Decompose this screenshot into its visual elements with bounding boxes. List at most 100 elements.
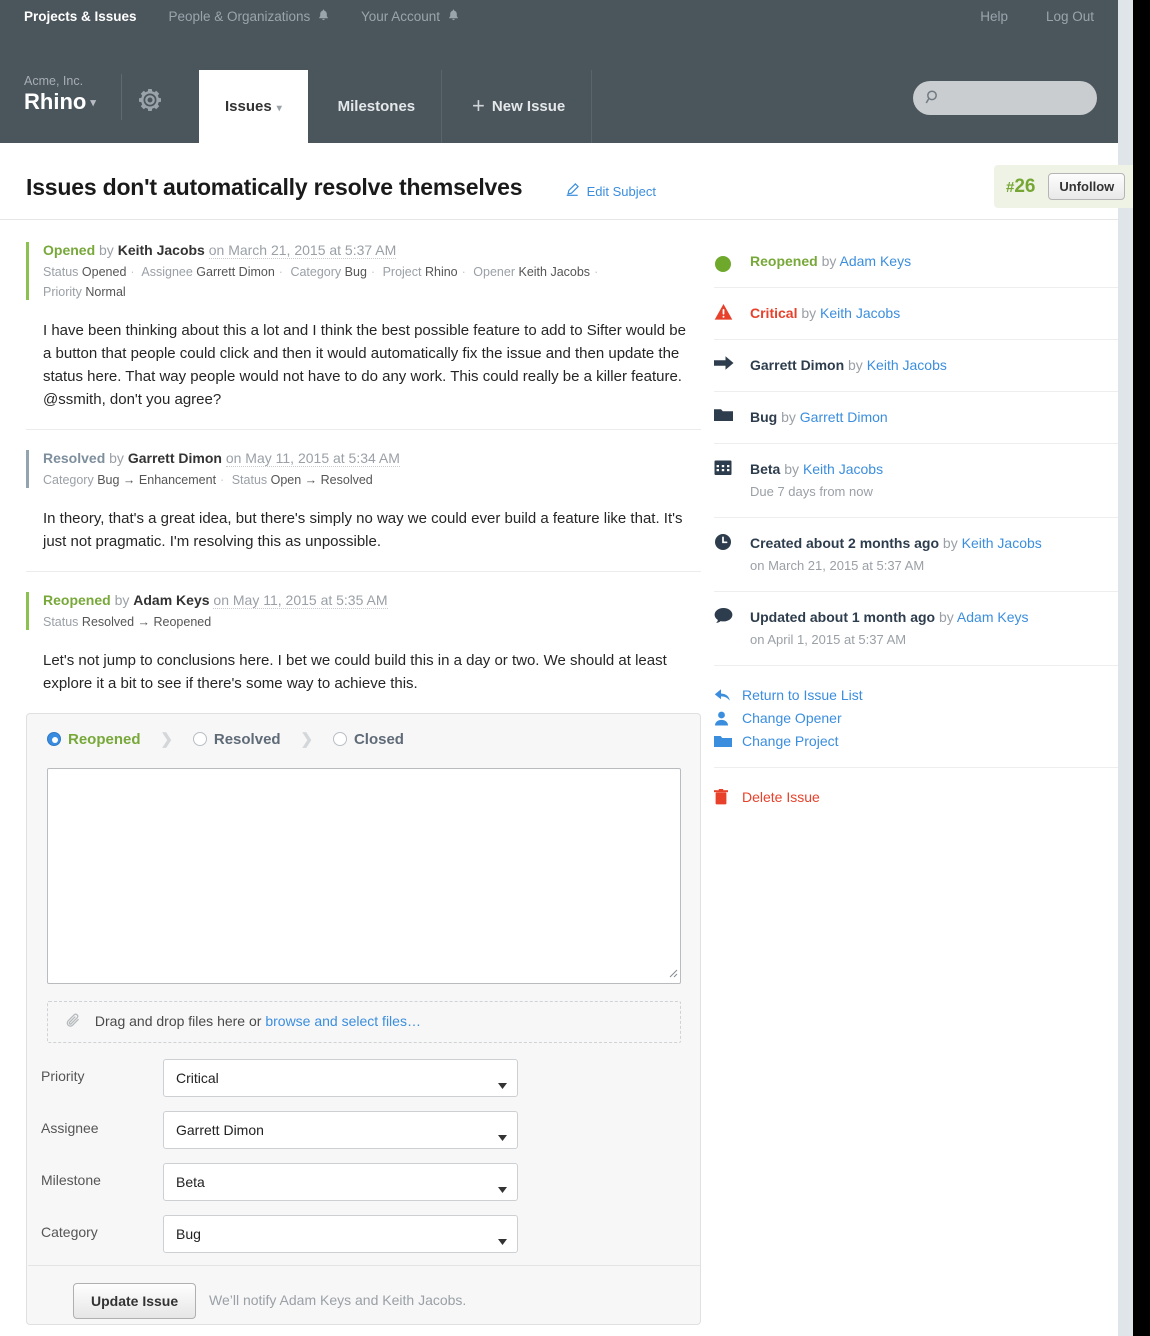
attr-sep: · [220, 473, 225, 487]
comment-attributes: Category Bug → Enhancement · Status Open … [43, 470, 701, 490]
attr-value: Normal [85, 285, 126, 299]
issue-number-value: 26 [1014, 175, 1036, 197]
global-nav-projects-issues[interactable]: Projects & Issues [24, 9, 137, 24]
global-nav-your-account[interactable]: Your Account [361, 9, 459, 24]
activity-actor[interactable]: Adam Keys [957, 609, 1029, 625]
change-project-link[interactable]: Change Project [714, 730, 1118, 753]
activity-actor[interactable]: Keith Jacobs [803, 461, 883, 477]
notify-text: We’ll notify Adam Keys and Keith Jacobs. [209, 1292, 467, 1308]
file-dropzone[interactable]: Drag and drop files here or browse and s… [47, 1001, 681, 1043]
status-option-resolved-label: Resolved [213, 730, 281, 748]
change-opener-link[interactable]: Change Opener [714, 707, 1118, 730]
comment-meta: Resolved by Garrett Dimon on May 11, 201… [26, 448, 701, 490]
edit-subject-link[interactable]: Edit Subject [566, 183, 656, 199]
arrow-right-icon [714, 355, 734, 374]
global-nav-right: Help Log Out [946, 9, 1094, 25]
comment-timestamp: on March 21, 2015 at 5:37 AM [208, 242, 397, 259]
activity-item: Updated about 1 month ago by Adam Keys o… [714, 592, 1118, 665]
attr-key: Status [43, 265, 79, 279]
delete-issue-row: Delete Issue [714, 768, 1118, 809]
attr-value: Garrett Dimon [196, 265, 275, 279]
resize-handle[interactable] [665, 965, 678, 981]
activity-actor[interactable]: Keith Jacobs [962, 535, 1042, 551]
radio-reopened[interactable] [47, 731, 61, 746]
global-nav-people-organizations[interactable]: People & Organizations [168, 9, 329, 24]
tab-issues[interactable]: Issues ▾ [199, 70, 308, 143]
comment-header: Reopened by Adam Keys on May 11, 2015 at… [43, 590, 701, 610]
activity-label: Reopened [750, 253, 818, 269]
attr-key: Status [43, 615, 79, 629]
comment-textarea[interactable] [47, 768, 681, 984]
activity-actor[interactable]: Keith Jacobs [820, 305, 900, 321]
project-name[interactable]: Rhino ▾ [24, 89, 96, 116]
project-switcher[interactable]: Acme, Inc. Rhino ▾ [24, 74, 96, 116]
activity-title: Garrett Dimon by Keith Jacobs [750, 356, 1118, 375]
activity-actor[interactable]: Garrett Dimon [800, 409, 888, 425]
comment-header: Opened by Keith Jacobs on March 21, 2015… [43, 240, 701, 260]
activity-title: Critical by Keith Jacobs [750, 304, 1118, 323]
form-divider [28, 1265, 701, 1266]
attr-key: Category [43, 473, 94, 487]
attr-sep: · [130, 265, 135, 279]
field-row-category: Category Bug [41, 1215, 521, 1253]
by-label: by [109, 450, 124, 466]
activity-item: Critical by Keith Jacobs [714, 288, 1118, 340]
priority-select[interactable]: Critical [163, 1059, 518, 1097]
assignee-select[interactable]: Garrett Dimon [163, 1111, 518, 1149]
chevron-down-icon [498, 1180, 507, 1196]
update-issue-button[interactable]: Update Issue [73, 1283, 197, 1319]
search-icon [925, 89, 942, 109]
activity-actor[interactable]: Adam Keys [840, 253, 912, 269]
return-to-issue-list-link[interactable]: Return to Issue List [714, 684, 1118, 707]
radio-closed[interactable] [332, 731, 347, 746]
activity-title: Reopened by Adam Keys [750, 252, 1118, 271]
attr-sep: · [461, 265, 466, 279]
comment-header: Resolved by Garrett Dimon on May 11, 201… [43, 448, 701, 468]
global-nav-left: Projects & Issues People & Organizations… [24, 9, 487, 25]
unfollow-button[interactable]: Unfollow [1048, 173, 1126, 200]
global-nav-help[interactable]: Help [980, 9, 1008, 24]
browse-files-link[interactable]: browse and select files… [265, 1013, 421, 1029]
milestone-select[interactable]: Beta [163, 1163, 518, 1201]
attr-value: Bug [344, 265, 367, 279]
status-circle-icon [714, 255, 732, 276]
chevron-right-icon: ❯ [160, 731, 173, 749]
trash-icon [714, 789, 728, 812]
assignee-value: Garrett Dimon [176, 1122, 264, 1138]
status-option-closed-label: Closed [353, 730, 404, 748]
by-label: by [114, 592, 130, 608]
tab-milestones[interactable]: Milestones [312, 70, 443, 143]
attr-key: Opener [473, 265, 515, 279]
attr-value: Bug → Enhancement [97, 473, 217, 487]
delete-issue-link[interactable]: Delete Issue [714, 786, 1118, 809]
comment-meta: Reopened by Adam Keys on May 11, 2015 at… [26, 590, 701, 632]
gear-icon[interactable] [136, 86, 164, 114]
tab-new-issue[interactable]: + New Issue [446, 70, 593, 143]
activity-actor[interactable]: Keith Jacobs [867, 357, 947, 373]
by-label: by [801, 305, 817, 321]
comment-body: Let's not jump to conclusions here. I be… [43, 652, 667, 692]
attr-sep: · [594, 265, 599, 279]
issue-number-badge: #26 Unfollow [994, 165, 1133, 208]
global-nav-log-out[interactable]: Log Out [1046, 9, 1094, 24]
change-opener-label: Change Opener [742, 710, 842, 726]
by-label: by [784, 461, 800, 477]
global-nav-projects-issues-label: Projects & Issues [24, 9, 137, 24]
status-option-closed[interactable]: Closed [332, 730, 404, 748]
status-option-reopened[interactable]: Reopened [47, 731, 141, 748]
category-select[interactable]: Bug [163, 1215, 518, 1253]
browser-viewport: Projects & Issues People & Organizations… [0, 0, 1133, 1336]
folder-icon [714, 407, 733, 426]
comment-item: Resolved by Garrett Dimon on May 11, 201… [26, 429, 701, 571]
priority-value: Critical [176, 1070, 219, 1086]
comment-action: Opened [43, 242, 96, 258]
header-divider [121, 74, 122, 120]
search-input[interactable] [913, 81, 1097, 115]
chevron-down-icon: ▾ [276, 103, 282, 114]
radio-resolved[interactable] [192, 731, 207, 746]
comment-attributes: Status Opened · Assignee Garrett Dimon · C… [43, 262, 701, 302]
status-option-resolved[interactable]: Resolved [192, 730, 281, 748]
pencil-icon [566, 183, 583, 199]
attr-key: Project [382, 265, 422, 279]
comment-item: Reopened by Adam Keys on May 11, 2015 at… [26, 571, 701, 713]
